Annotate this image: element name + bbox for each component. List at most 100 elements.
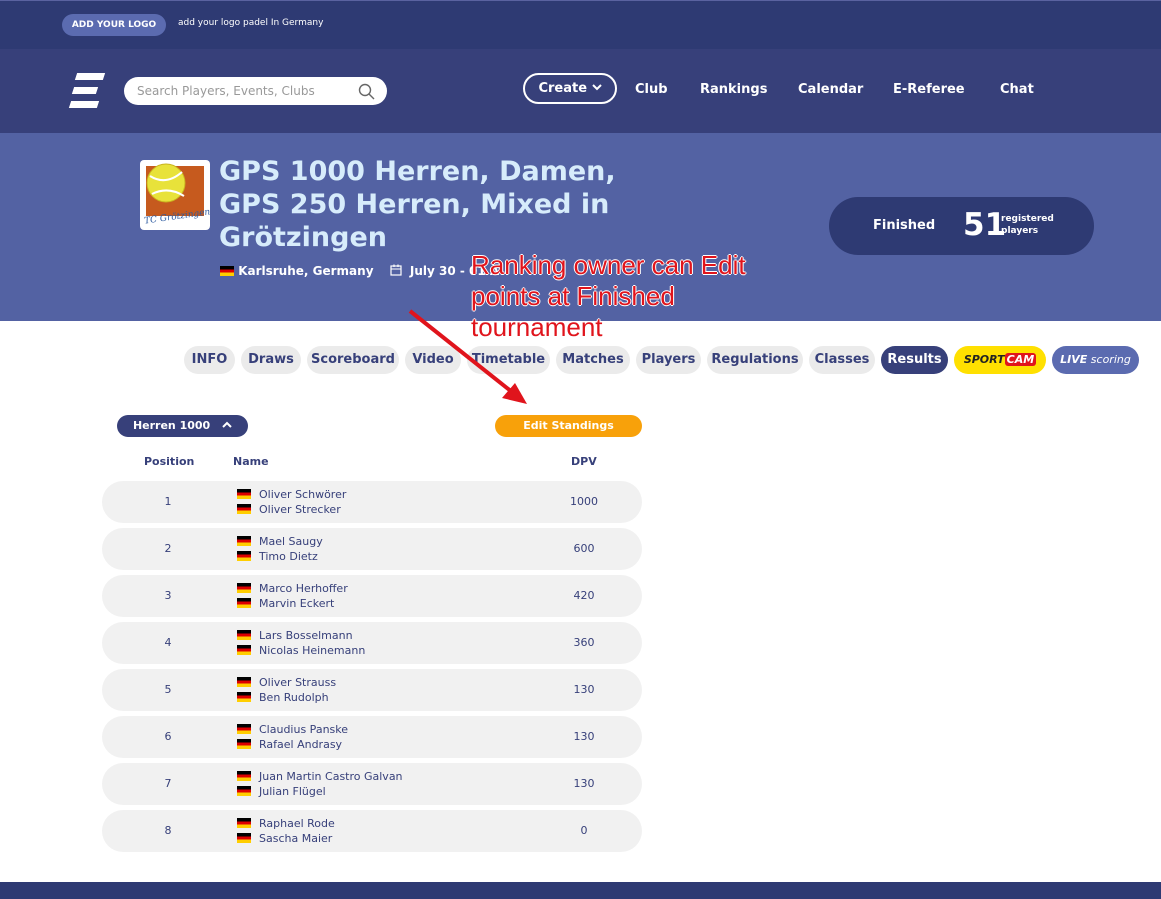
player-name[interactable]: Claudius Panske — [259, 723, 348, 736]
row-points: 130 — [573, 730, 595, 743]
tab-draws[interactable]: Draws — [241, 346, 301, 374]
row-points: 0 — [580, 824, 588, 837]
table-row: 2 Mael Saugy Timo Dietz 600 — [102, 528, 642, 570]
class-selector-label: Herren 1000 — [132, 419, 211, 432]
header-name: Name — [233, 455, 269, 468]
row-points: 130 — [573, 777, 595, 790]
row-points: 130 — [573, 683, 595, 696]
nav-calendar[interactable]: Calendar — [798, 82, 863, 97]
status-badge: Finished — [873, 218, 936, 233]
row-position: 1 — [164, 495, 172, 508]
tab-regulations[interactable]: Regulations — [707, 346, 803, 374]
chevron-up-icon — [222, 421, 232, 428]
germany-flag-icon — [237, 739, 251, 749]
player-name[interactable]: Julian Flügel — [259, 785, 326, 798]
row-position: 5 — [164, 683, 172, 696]
header-points: DPV — [571, 455, 597, 468]
nav-e-referee[interactable]: E-Referee — [893, 82, 965, 97]
table-row: 8 Raphael Rode Sascha Maier 0 — [102, 810, 642, 852]
player-name[interactable]: Sascha Maier — [259, 832, 332, 845]
row-team: Mael Saugy Timo Dietz — [237, 534, 323, 564]
nav-club[interactable]: Club — [635, 82, 668, 97]
registered-count: 51 — [963, 207, 1007, 243]
tournament-meta: Karlsruhe, Germany July 30 - 01 A — [220, 264, 499, 278]
add-logo-button[interactable]: ADD YOUR LOGO — [62, 14, 166, 36]
germany-flag-icon — [237, 489, 251, 499]
table-row: 5 Oliver Strauss Ben Rudolph 130 — [102, 669, 642, 711]
live-label-a: LIVE — [1060, 353, 1088, 366]
tab-results[interactable]: Results — [881, 346, 948, 374]
player-name[interactable]: Oliver Schwörer — [259, 488, 346, 501]
row-team: Claudius Panske Rafael Andrasy — [237, 722, 348, 752]
tab-timetable[interactable]: Timetable — [467, 346, 550, 374]
player-name[interactable]: Nicolas Heinemann — [259, 644, 365, 657]
create-button[interactable]: Create — [523, 73, 617, 104]
brand-logo[interactable] — [68, 73, 106, 109]
germany-flag-icon — [237, 677, 251, 687]
germany-flag-icon — [237, 786, 251, 796]
germany-flag-icon — [237, 833, 251, 843]
tab-classes[interactable]: Classes — [809, 346, 875, 374]
search-input[interactable]: Search Players, Events, Clubs — [124, 77, 387, 105]
player-name[interactable]: Raphael Rode — [259, 817, 335, 830]
table-row: 4 Lars Bosselmann Nicolas Heinemann 360 — [102, 622, 642, 664]
player-name[interactable]: Rafael Andrasy — [259, 738, 342, 751]
tab-scoreboard[interactable]: Scoreboard — [307, 346, 399, 374]
sportcam-label-b: CAM — [1004, 353, 1037, 366]
table-row: 1 Oliver Schwörer Oliver Strecker 1000 — [102, 481, 642, 523]
row-team: Oliver Strauss Ben Rudolph — [237, 675, 336, 705]
row-team: Marco Herhoffer Marvin Eckert — [237, 581, 348, 611]
row-points: 1000 — [570, 495, 598, 508]
player-name[interactable]: Juan Martin Castro Galvan — [259, 770, 403, 783]
player-name[interactable]: Ben Rudolph — [259, 691, 329, 704]
player-name[interactable]: Mael Saugy — [259, 535, 323, 548]
row-team: Lars Bosselmann Nicolas Heinemann — [237, 628, 365, 658]
edit-standings-button[interactable]: Edit Standings — [495, 415, 642, 437]
tab-live-scoring[interactable]: LIVE scoring — [1052, 346, 1139, 374]
tab-sportcam[interactable]: SPORT CAM — [954, 346, 1046, 374]
chevron-down-icon — [591, 84, 602, 91]
table-row: 3 Marco Herhoffer Marvin Eckert 420 — [102, 575, 642, 617]
player-name[interactable]: Oliver Strauss — [259, 676, 336, 689]
club-logo: TC Grötzingen — [140, 160, 210, 230]
germany-flag-icon — [237, 771, 251, 781]
footer — [0, 882, 1161, 899]
player-name[interactable]: Oliver Strecker — [259, 503, 341, 516]
main-navbar: Search Players, Events, Clubs Create Clu… — [0, 49, 1161, 133]
registered-label: registered players — [1001, 214, 1054, 236]
row-position: 7 — [164, 777, 172, 790]
germany-flag-icon — [237, 504, 251, 514]
search-placeholder: Search Players, Events, Clubs — [137, 84, 315, 98]
tab-video[interactable]: Video — [405, 346, 461, 374]
germany-flag-icon — [237, 598, 251, 608]
tab-matches[interactable]: Matches — [556, 346, 630, 374]
tab-info[interactable]: INFO — [184, 346, 235, 374]
nav-chat[interactable]: Chat — [1000, 82, 1034, 97]
germany-flag-icon — [237, 818, 251, 828]
live-label-b: scoring — [1087, 353, 1131, 366]
status-card: Finished 51 registered players — [829, 197, 1094, 255]
row-points: 420 — [573, 589, 595, 602]
germany-flag-icon — [237, 724, 251, 734]
table-row: 6 Claudius Panske Rafael Andrasy 130 — [102, 716, 642, 758]
player-name[interactable]: Timo Dietz — [259, 550, 318, 563]
tournament-location: Karlsruhe, Germany — [238, 264, 374, 278]
player-name[interactable]: Lars Bosselmann — [259, 629, 353, 642]
germany-flag-icon — [237, 630, 251, 640]
row-position: 4 — [164, 636, 172, 649]
row-position: 3 — [164, 589, 172, 602]
row-points: 600 — [573, 542, 595, 555]
player-name[interactable]: Marvin Eckert — [259, 597, 334, 610]
nav-rankings[interactable]: Rankings — [700, 82, 767, 97]
logo-note: add your logo padel In Germany — [178, 18, 324, 28]
tournament-title: GPS 1000 Herren, Damen, GPS 250 Herren, … — [219, 156, 616, 253]
search-icon[interactable] — [358, 83, 375, 100]
class-selector[interactable]: Herren 1000 — [117, 415, 248, 437]
germany-flag-icon — [237, 536, 251, 546]
tab-players[interactable]: Players — [636, 346, 701, 374]
germany-flag-icon — [220, 266, 234, 276]
germany-flag-icon — [237, 645, 251, 655]
germany-flag-icon — [237, 692, 251, 702]
player-name[interactable]: Marco Herhoffer — [259, 582, 348, 595]
annotation-text: Ranking owner can Edit points at Finishe… — [471, 250, 746, 342]
